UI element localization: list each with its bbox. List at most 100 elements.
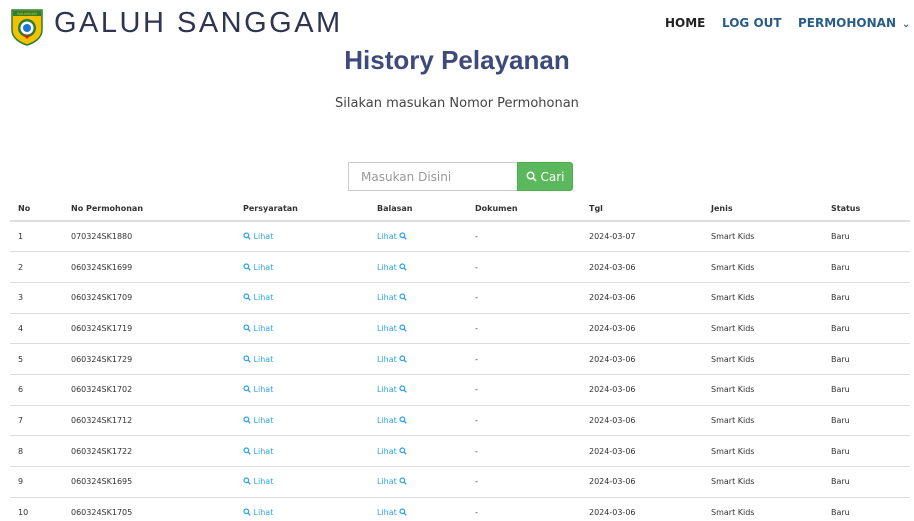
col-header-persyaratan: Persyaratan [235, 197, 369, 222]
cell-jenis: Smart Kids [703, 373, 823, 406]
cell-tgl: 2024-03-06 [581, 496, 703, 521]
cell-status: Baru [823, 220, 910, 252]
search-icon [243, 232, 251, 240]
cell-tgl: 2024-03-06 [581, 404, 703, 436]
search-icon [399, 416, 408, 424]
persyaratan-lihat-link[interactable]: Lihat [243, 447, 273, 456]
search-icon [243, 262, 251, 271]
cell-status: Baru [823, 312, 910, 344]
cell-balasan: Lihat [369, 466, 467, 498]
search-icon [399, 324, 408, 332]
cell-no: 2 [10, 251, 63, 283]
search-icon [243, 508, 251, 517]
cell-no-permohonan: 060324SK1705 [63, 496, 235, 521]
cell-no-permohonan: 060324SK1729 [63, 343, 235, 375]
balasan-lihat-link[interactable]: Lihat [377, 232, 408, 241]
brand-title: GALUH SANGGAM [54, 7, 343, 39]
balasan-lihat-link[interactable]: Lihat [377, 354, 408, 364]
persyaratan-lihat-link[interactable]: Lihat [243, 324, 273, 333]
cell-jenis: Smart Kids [703, 312, 823, 344]
persyaratan-lihat-link[interactable]: Lihat [243, 232, 273, 241]
link-label: Lihat [253, 446, 274, 456]
col-header-tgl: Tgl [581, 197, 703, 222]
cell-tgl: 2024-03-06 [581, 373, 703, 406]
cell-balasan: Lihat [369, 343, 467, 375]
search-icon [399, 354, 408, 363]
balasan-lihat-link[interactable]: Lihat [377, 508, 408, 517]
cell-persyaratan: Lihat [235, 251, 369, 283]
search-icon [243, 324, 251, 332]
cell-dokumen: - [467, 343, 581, 375]
cell-jenis: Smart Kids [703, 251, 823, 283]
persyaratan-lihat-link[interactable]: Lihat [243, 508, 273, 517]
search-icon [399, 385, 408, 394]
link-label: Lihat [377, 293, 397, 303]
link-label: Lihat [253, 262, 274, 272]
cell-tgl: 2024-03-06 [581, 435, 703, 467]
balangan-logo: BALANGAN [11, 9, 43, 46]
cell-no-permohonan: 060324SK1702 [63, 373, 235, 406]
cell-status: Baru [823, 404, 910, 436]
cell-jenis: Smart Kids [703, 404, 823, 436]
nav-home[interactable]: HOME [665, 15, 705, 31]
col-header-no: No [10, 197, 63, 222]
persyaratan-lihat-link[interactable]: Lihat [243, 416, 273, 425]
cell-no-permohonan: 060324SK1695 [63, 466, 235, 498]
search-icon [399, 293, 408, 302]
cell-balasan: Lihat [369, 404, 467, 436]
search-button-label: Cari [540, 169, 565, 184]
link-label: Lihat [377, 323, 397, 333]
cell-no: 9 [10, 466, 63, 498]
cell-dokumen: - [467, 496, 581, 521]
persyaratan-lihat-link[interactable]: Lihat [243, 477, 273, 486]
cell-no: 7 [10, 404, 63, 436]
balasan-lihat-link[interactable]: Lihat [377, 416, 408, 425]
cell-persyaratan: Lihat [235, 343, 369, 375]
cell-persyaratan: Lihat [235, 373, 369, 406]
search-icon [399, 262, 408, 271]
balasan-lihat-link[interactable]: Lihat [377, 293, 408, 303]
cell-balasan: Lihat [369, 281, 467, 314]
cell-no: 3 [10, 281, 63, 314]
balasan-lihat-link[interactable]: Lihat [377, 385, 408, 395]
logo-text: BALANGAN [17, 12, 37, 16]
search-input[interactable] [348, 162, 517, 191]
cell-no-permohonan: 060324SK1722 [63, 435, 235, 467]
nav-permohonan[interactable]: PERMOHONAN ⌄ [798, 15, 910, 33]
link-label: Lihat [253, 508, 274, 518]
table-row: 9 060324SK1695 Lihat Lihat -2024-03-06 Smar… [10, 466, 910, 498]
link-label: Lihat [377, 446, 397, 456]
balasan-lihat-link[interactable]: Lihat [377, 323, 408, 333]
nav-logout[interactable]: LOG OUT [722, 15, 782, 31]
link-label: Lihat [253, 293, 274, 303]
cell-jenis: Smart Kids [703, 466, 823, 498]
persyaratan-lihat-link[interactable]: Lihat [243, 263, 273, 272]
table-row: 7 060324SK1712 Lihat Lihat -2024-03-06 Smar… [10, 404, 910, 436]
table-row: 2 060324SK1699 Lihat Lihat -2024-03-06 Smar… [10, 251, 910, 283]
cell-dokumen: - [467, 281, 581, 314]
search-icon [399, 232, 408, 240]
balasan-lihat-link[interactable]: Lihat [377, 477, 408, 486]
cell-tgl: 2024-03-06 [581, 466, 703, 498]
persyaratan-lihat-link[interactable]: Lihat [243, 385, 273, 394]
balasan-lihat-link[interactable]: Lihat [377, 446, 408, 456]
persyaratan-lihat-link[interactable]: Lihat [243, 355, 273, 364]
cell-jenis: Smart Kids [703, 343, 823, 375]
link-label: Lihat [377, 385, 397, 395]
link-label: Lihat [253, 232, 274, 242]
cell-no: 1 [10, 220, 63, 252]
cell-no: 8 [10, 435, 63, 467]
cell-persyaratan: Lihat [235, 496, 369, 521]
chevron-down-icon: ⌄ [902, 19, 911, 30]
cell-balasan: Lihat [369, 220, 467, 252]
cell-persyaratan: Lihat [235, 435, 369, 467]
table-row: 8 060324SK1722 Lihat Lihat -2024-03-06 Smar… [10, 435, 910, 467]
nav-permohonan-label: PERMOHONAN [798, 16, 896, 30]
table-header-row: No No Permohonan Persyaratan Balasan Dok… [10, 197, 910, 222]
persyaratan-lihat-link[interactable]: Lihat [243, 293, 273, 302]
col-header-status: Status [823, 197, 910, 222]
balasan-lihat-link[interactable]: Lihat [377, 262, 408, 272]
search-button[interactable]: Cari [517, 162, 573, 191]
col-header-no-permohonan: No Permohonan [63, 197, 235, 222]
link-label: Lihat [253, 323, 274, 333]
